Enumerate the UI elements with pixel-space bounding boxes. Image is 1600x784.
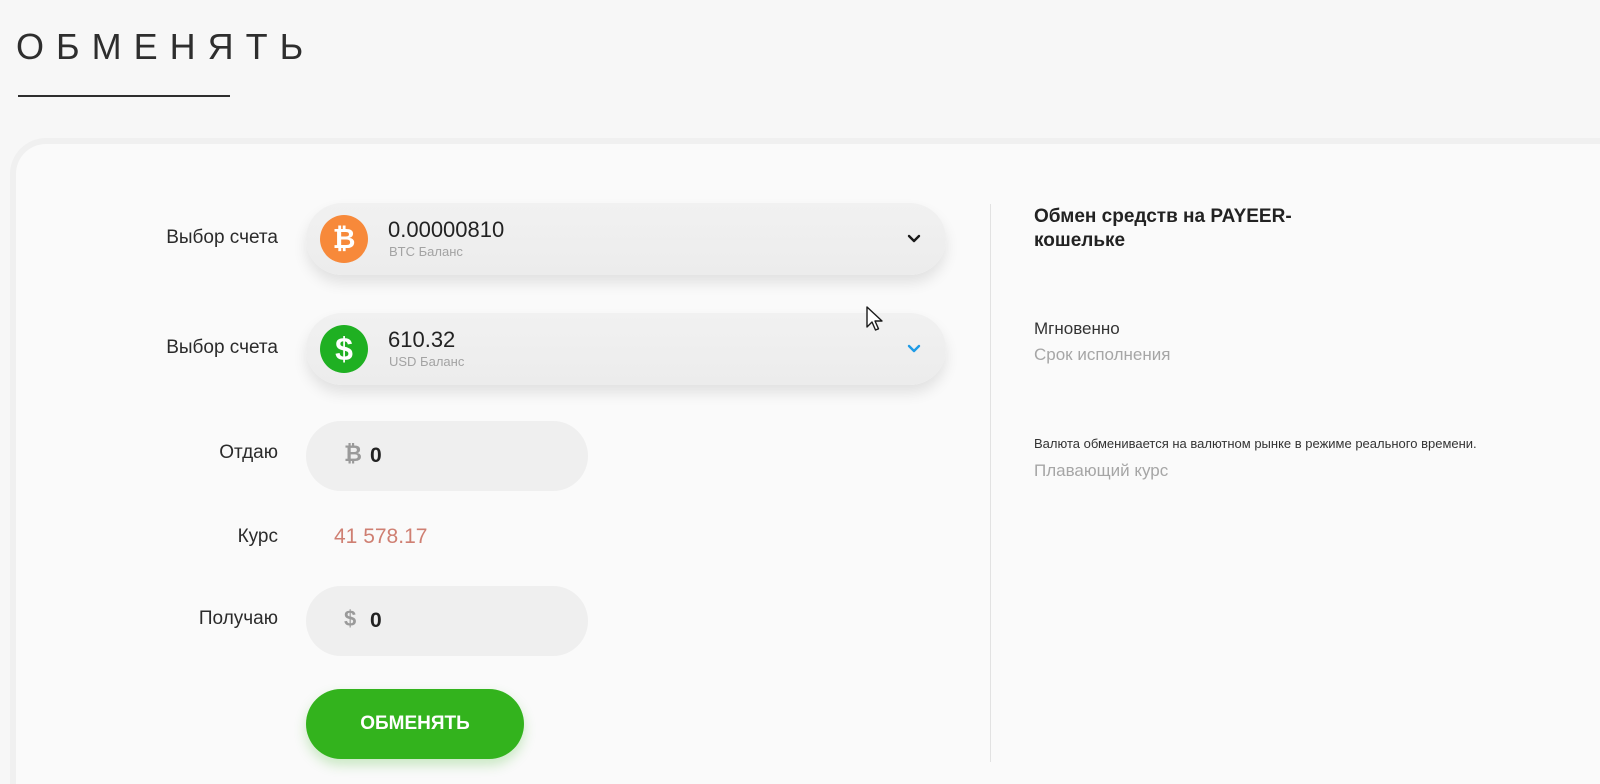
give-amount-input[interactable] — [370, 438, 570, 474]
bitcoin-icon: ₿ — [320, 215, 368, 263]
rate-label: Курс — [237, 526, 278, 547]
rate-type: Плавающий курс — [1034, 461, 1169, 480]
give-field[interactable]: ₿ — [306, 421, 588, 491]
from-account-amount: 0.00000810 — [388, 217, 505, 242]
chevron-down-icon[interactable] — [906, 231, 922, 247]
mouse-cursor-icon — [866, 306, 883, 331]
dollar-icon: $ — [344, 606, 357, 631]
execution-time-value: Мгновенно — [1034, 319, 1120, 338]
dollar-icon: $ — [320, 325, 368, 373]
from-account-label: Выбор счета — [166, 227, 278, 248]
title-underline — [18, 95, 230, 97]
to-account-label: Выбор счета — [166, 337, 278, 358]
receive-label: Получаю — [198, 608, 278, 629]
section-divider — [990, 204, 991, 762]
receive-amount-input[interactable] — [370, 603, 570, 639]
info-title: Обмен средств на PAYEER-кошельке — [1034, 206, 1292, 251]
to-account-currency: USD Баланс — [389, 354, 465, 369]
from-account-select[interactable]: ₿ 0.00000810 BTC Баланс — [306, 203, 946, 275]
exchange-button[interactable]: ОБМЕНЯТЬ — [306, 689, 524, 759]
bitcoin-icon: ₿ — [344, 441, 362, 466]
give-label: Отдаю — [219, 442, 278, 463]
to-account-select[interactable]: $ 610.32 USD Баланс — [306, 313, 946, 385]
rate-description: Валюта обменивается на валютном рынке в … — [1034, 436, 1477, 451]
to-account-amount: 610.32 — [388, 327, 456, 352]
execution-time-label: Срок исполнения — [1034, 345, 1171, 364]
chevron-down-icon[interactable] — [906, 341, 922, 357]
page-title: ОБМЕНЯТЬ — [16, 26, 316, 67]
from-account-currency: BTC Баланс — [389, 244, 463, 259]
receive-field[interactable]: $ — [306, 586, 588, 656]
rate-value: 41 578.17 — [334, 525, 428, 548]
